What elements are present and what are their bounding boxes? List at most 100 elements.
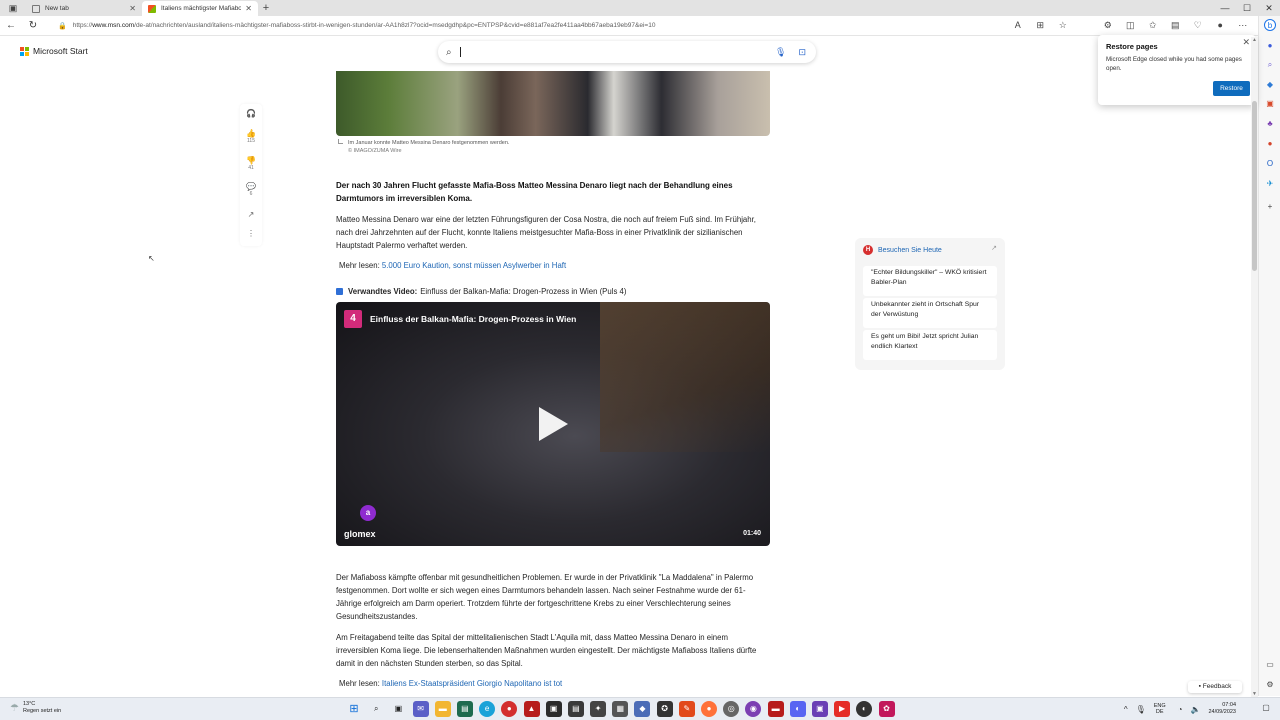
m365-icon[interactable]: ● bbox=[1264, 138, 1276, 150]
chevron-up-icon[interactable]: ^ bbox=[1124, 705, 1128, 714]
hide-sidebar-icon[interactable]: ▭ bbox=[1264, 659, 1276, 671]
dislike-button[interactable]: 👎 41 bbox=[240, 156, 262, 171]
outlook-icon[interactable]: O bbox=[1264, 158, 1276, 170]
restore-button[interactable]: Restore bbox=[1213, 81, 1250, 96]
microphone-icon[interactable]: 🎙 bbox=[775, 47, 786, 58]
copilot-icon[interactable]: b bbox=[1264, 19, 1276, 31]
app-icon[interactable]: ✦ bbox=[590, 701, 607, 717]
external-link-icon[interactable]: ↗ bbox=[991, 244, 997, 252]
feedback-label: Feedback bbox=[1202, 683, 1232, 690]
search-icon[interactable]: ⌕ bbox=[368, 701, 384, 717]
app-icon[interactable]: ▣ bbox=[545, 701, 562, 717]
more-options-icon[interactable]: ⋯ bbox=[1232, 20, 1255, 31]
visual-search-icon[interactable]: ⊡ bbox=[798, 47, 806, 58]
refresh-icon[interactable]: ↻ bbox=[22, 20, 44, 31]
clock[interactable]: 07:04 24/09/2023 bbox=[1208, 702, 1236, 716]
notification-icon[interactable]: ▢ bbox=[1260, 703, 1272, 715]
weather-widget[interactable]: ☂ 13°C Regen setzt ein bbox=[10, 701, 61, 715]
more-actions-button[interactable]: ⋮ bbox=[240, 229, 262, 238]
favorite-star-icon[interactable]: ☆ bbox=[1052, 20, 1075, 31]
browser-essentials-icon[interactable]: ♡ bbox=[1187, 20, 1210, 31]
app-icon[interactable]: ▤ bbox=[456, 701, 473, 717]
shopping-icon[interactable]: ◆ bbox=[1264, 79, 1276, 91]
drop-icon[interactable]: ✈ bbox=[1264, 178, 1276, 190]
new-tab-button[interactable]: + bbox=[258, 1, 274, 16]
close-tab-icon[interactable]: ✕ bbox=[129, 4, 136, 13]
maximize-icon[interactable]: ☐ bbox=[1236, 0, 1258, 16]
games-icon[interactable]: ♣ bbox=[1264, 118, 1276, 130]
youtube-icon[interactable]: ▶ bbox=[834, 701, 851, 717]
discord-icon[interactable]: ◐ bbox=[789, 701, 806, 717]
address-bar[interactable]: 🔒 https://www.msn.com/de-at/nachrichten/… bbox=[58, 18, 1038, 34]
scrollbar-thumb[interactable] bbox=[1252, 101, 1257, 271]
app-icon[interactable]: ▬ bbox=[767, 701, 784, 717]
microphone-icon[interactable]: 🎙 bbox=[1136, 705, 1146, 714]
feedback-button[interactable]: ▪ Feedback bbox=[1188, 681, 1242, 693]
close-icon[interactable]: ✕ bbox=[1242, 37, 1250, 48]
back-icon[interactable]: ← bbox=[0, 20, 22, 31]
article-hero-image bbox=[336, 71, 770, 136]
widget-item[interactable]: Es geht um Bibi! Jetzt spricht Julian en… bbox=[863, 330, 997, 360]
add-sidebar-icon[interactable]: + bbox=[1264, 201, 1276, 213]
app-icon[interactable]: ✿ bbox=[878, 701, 895, 717]
split-screen-icon[interactable]: ◫ bbox=[1119, 20, 1142, 31]
firefox-icon[interactable]: ● bbox=[701, 701, 717, 717]
app-icon[interactable]: ▤ bbox=[567, 701, 584, 717]
app-icon[interactable]: ◎ bbox=[723, 701, 740, 717]
popup-body: Microsoft Edge closed while you had some… bbox=[1106, 56, 1242, 72]
page-scrollbar[interactable]: ▲ ▼ bbox=[1251, 37, 1258, 697]
read-aloud-icon[interactable]: A bbox=[1007, 20, 1030, 31]
sidebar-settings-icon[interactable]: ⚙ bbox=[1264, 679, 1276, 691]
tab-actions-icon[interactable]: ▣ bbox=[0, 0, 26, 16]
app-available-icon[interactable]: ⊞ bbox=[1029, 20, 1052, 31]
read-more-link[interactable]: Italiens Ex-Staatspräsident Giorgio Napo… bbox=[382, 679, 562, 688]
tab-new-tab[interactable]: New tab ✕ bbox=[26, 1, 142, 16]
collections-icon[interactable]: ▤ bbox=[1164, 20, 1187, 31]
search-box[interactable]: ⌕ 🎙 ⊡ bbox=[438, 41, 816, 63]
edge-icon[interactable]: e bbox=[479, 701, 496, 717]
profile-icon[interactable]: ● bbox=[1209, 20, 1232, 31]
msn-logo[interactable]: Microsoft Start bbox=[20, 46, 88, 56]
file-explorer-icon[interactable]: ▬ bbox=[434, 701, 451, 717]
like-button[interactable]: 👍 115 bbox=[240, 129, 262, 144]
widget-header[interactable]: H Besuchen Sie Heute bbox=[863, 245, 942, 255]
tab-article[interactable]: Italiens mächtigster Mafiaboss st ✕ bbox=[142, 1, 258, 16]
widget-item[interactable]: "Echter Bildungskiller" – WKÖ kritisiert… bbox=[863, 266, 997, 296]
app-icon[interactable]: ✪ bbox=[656, 701, 673, 717]
scroll-up-icon[interactable]: ▲ bbox=[1251, 37, 1258, 43]
app-icon[interactable]: ◆ bbox=[634, 701, 651, 717]
start-icon[interactable]: ⊞ bbox=[346, 701, 362, 717]
lock-icon[interactable]: 🔒 bbox=[58, 22, 67, 30]
language-indicator[interactable]: ENG DE bbox=[1154, 703, 1166, 715]
volume-icon[interactable]: 🔈 bbox=[1191, 705, 1201, 714]
url-host: www.msn.com bbox=[92, 22, 135, 29]
extensions-icon[interactable]: ⚙ bbox=[1097, 20, 1120, 31]
app-icon[interactable]: ✎ bbox=[678, 701, 695, 717]
chat-icon[interactable]: ✉ bbox=[412, 701, 429, 717]
notifications-icon[interactable]: ● bbox=[1264, 40, 1276, 52]
close-tab-icon[interactable]: ✕ bbox=[245, 4, 252, 13]
app-icon[interactable]: ◉ bbox=[745, 701, 762, 717]
favorites-icon[interactable]: ✩ bbox=[1142, 20, 1165, 31]
app-icon[interactable]: ▲ bbox=[523, 701, 540, 717]
close-window-icon[interactable]: ✕ bbox=[1258, 0, 1280, 16]
read-more-2: Mehr lesen: Italiens Ex-Staatspräsident … bbox=[339, 679, 562, 688]
read-more-link[interactable]: 5.000 Euro Kaution, sonst müssen Asylwer… bbox=[382, 261, 566, 270]
app-icon[interactable]: ▣ bbox=[811, 701, 828, 717]
widget-item[interactable]: Unbekannter zieht in Ortschaft Spur der … bbox=[863, 298, 997, 328]
comment-button[interactable]: 💬 6 bbox=[240, 182, 262, 197]
wifi-icon[interactable]: ◔ bbox=[1178, 705, 1183, 714]
app-icon[interactable]: ▦ bbox=[612, 701, 629, 717]
app-icon[interactable]: ◐ bbox=[856, 701, 873, 717]
listen-button[interactable]: 🎧 bbox=[240, 109, 262, 118]
search-input[interactable] bbox=[459, 47, 776, 57]
app-icon[interactable]: ● bbox=[501, 701, 518, 717]
share-button[interactable]: ↗ bbox=[240, 210, 262, 219]
search-sidebar-icon[interactable]: ⌕ bbox=[1264, 59, 1276, 71]
minimize-icon[interactable]: — bbox=[1214, 0, 1236, 16]
more-vertical-icon: ⋮ bbox=[247, 229, 255, 238]
task-view-icon[interactable]: ▣ bbox=[390, 701, 406, 717]
play-icon[interactable] bbox=[539, 407, 568, 441]
tools-icon[interactable]: ▣ bbox=[1264, 98, 1276, 110]
video-player[interactable]: 4 Einfluss der Balkan-Mafia: Drogen-Proz… bbox=[336, 302, 770, 546]
